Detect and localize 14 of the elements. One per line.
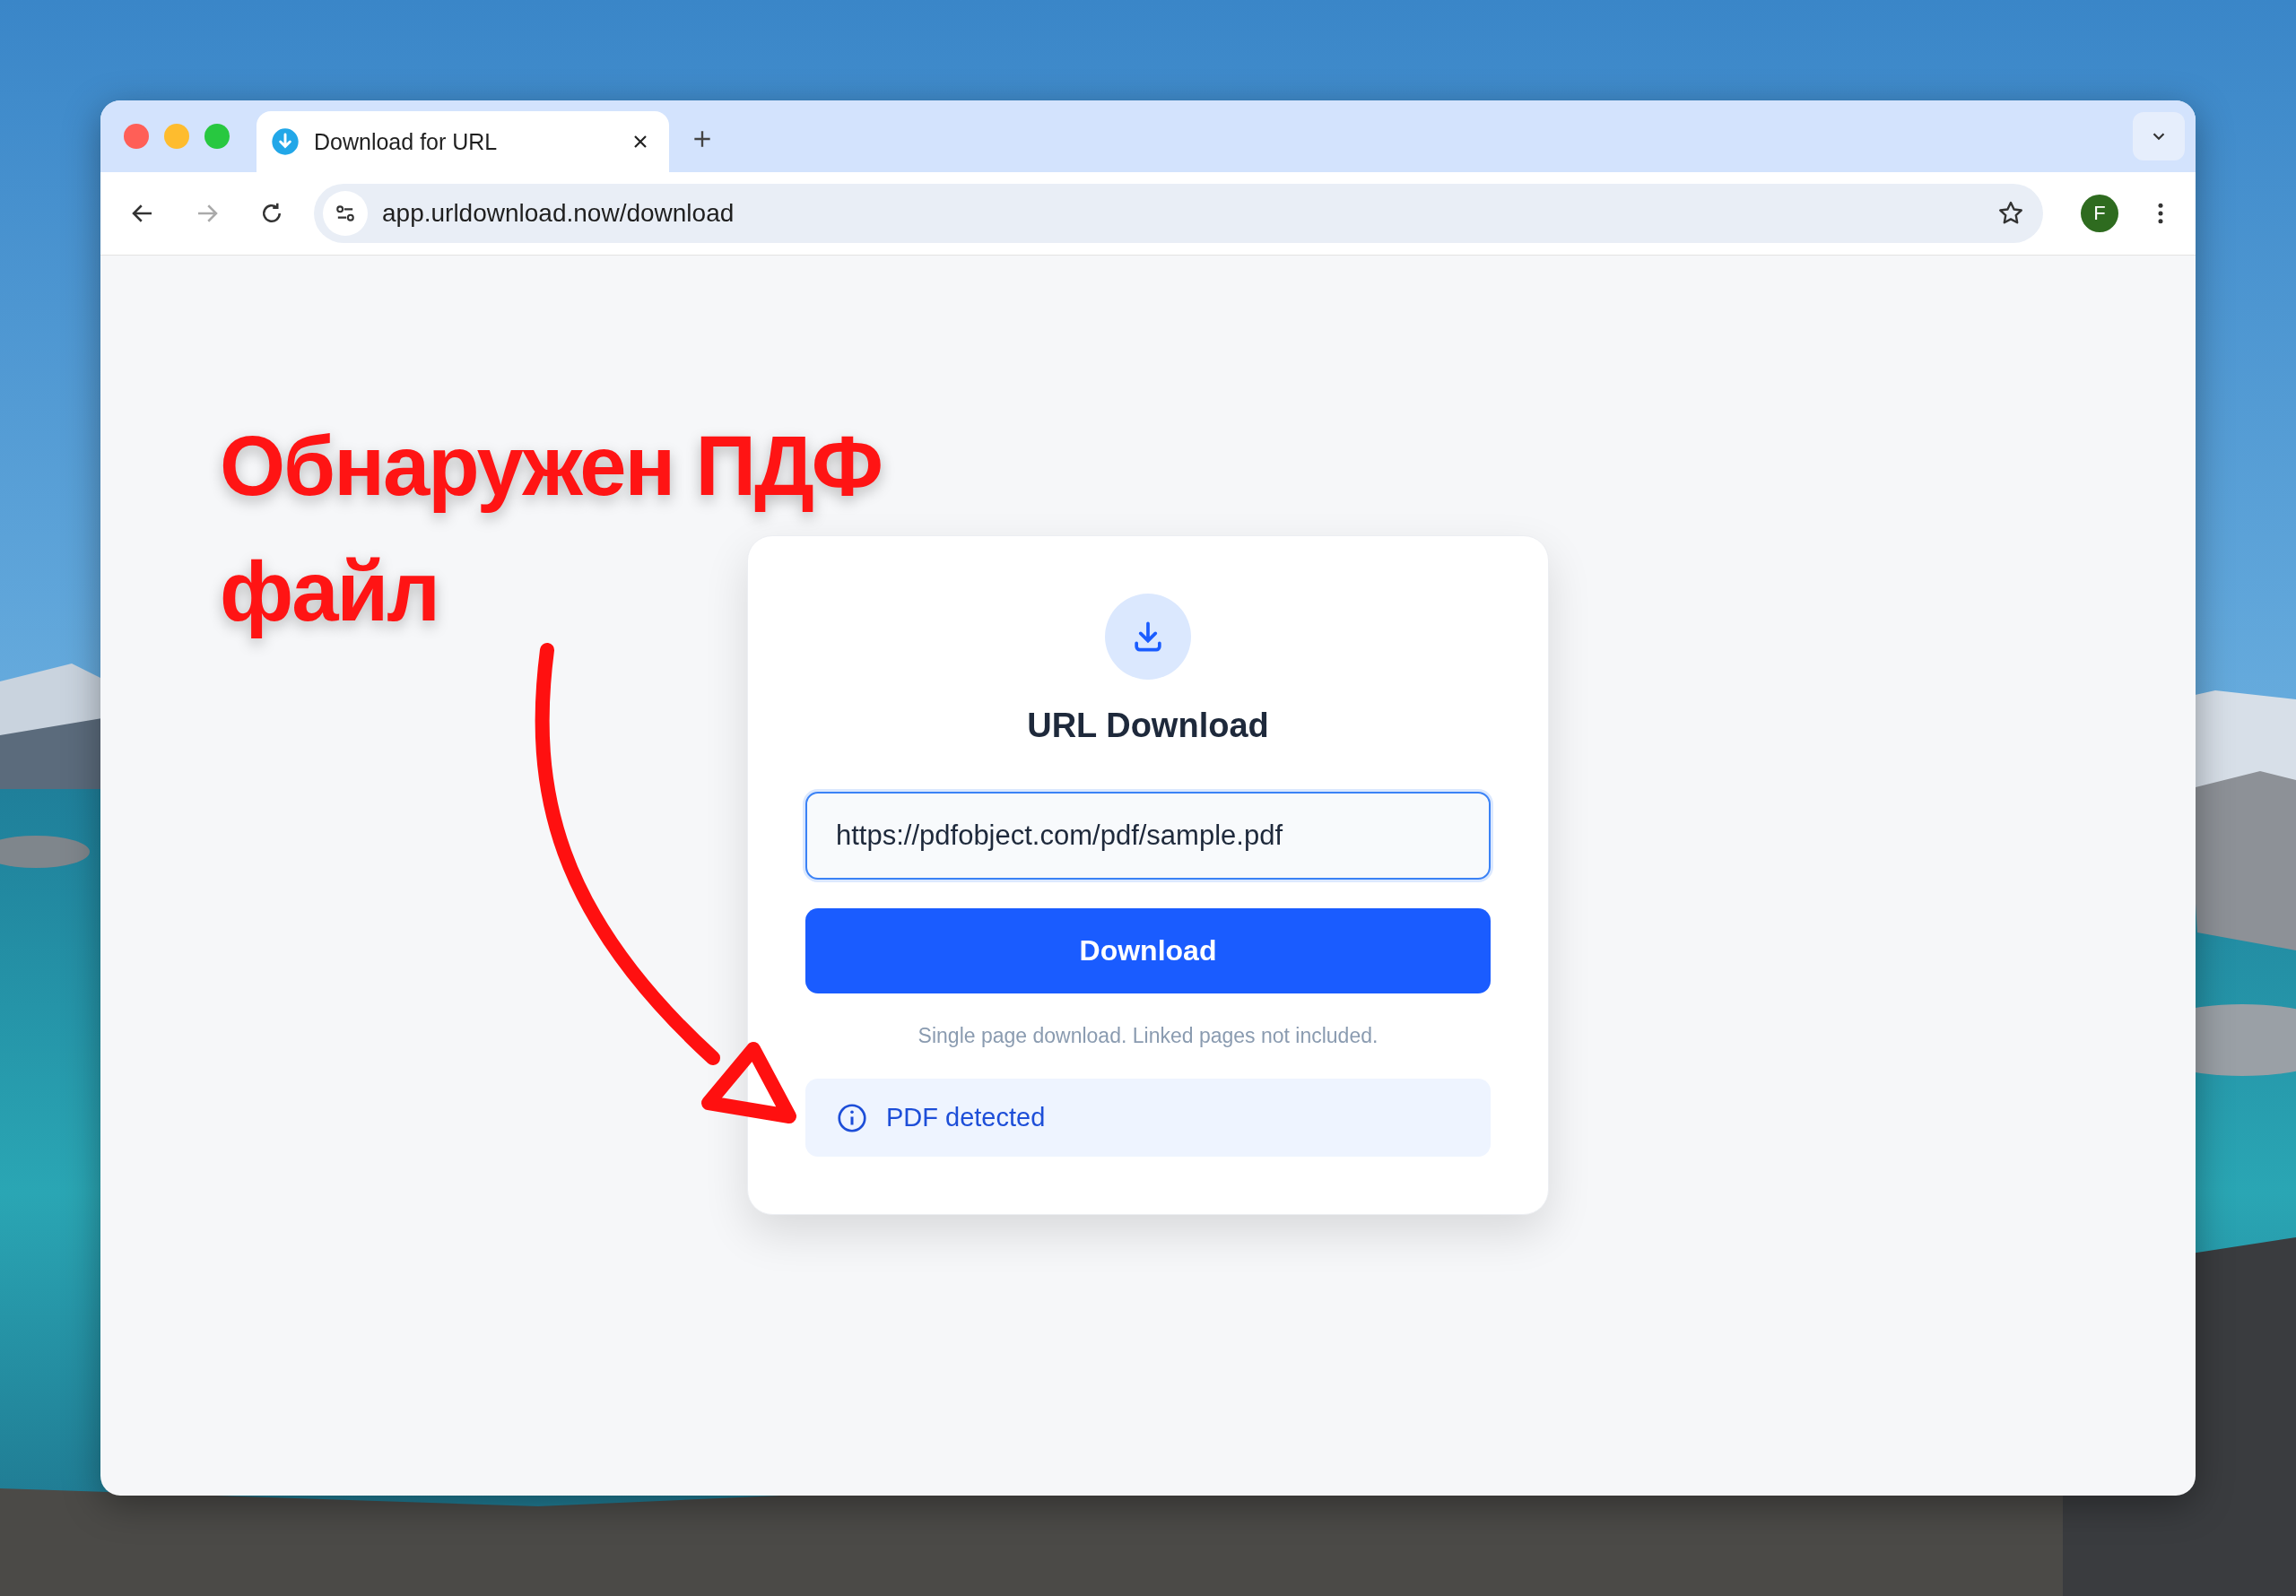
url-text: app.urldownload.now/download <box>382 199 735 228</box>
browser-tab[interactable]: Download for URL <box>257 111 669 172</box>
hint-text: Single page download. Linked pages not included. <box>918 1024 1378 1048</box>
info-icon <box>836 1101 868 1134</box>
download-button[interactable]: Download <box>805 908 1491 993</box>
tab-title: Download for URL <box>314 128 499 155</box>
card-title: URL Download <box>1027 707 1269 745</box>
annotation-text: Обнаружен ПДФ файл <box>220 418 883 640</box>
notice-text: PDF detected <box>886 1103 1046 1132</box>
address-bar[interactable]: app.urldownload.now/download <box>314 184 2043 243</box>
profile-avatar[interactable]: F <box>2081 195 2118 232</box>
url-input-field[interactable]: https://pdfobject.com/pdf/sample.pdf <box>805 792 1491 880</box>
site-settings-icon[interactable] <box>323 191 368 236</box>
favicon-download-icon <box>271 127 300 156</box>
